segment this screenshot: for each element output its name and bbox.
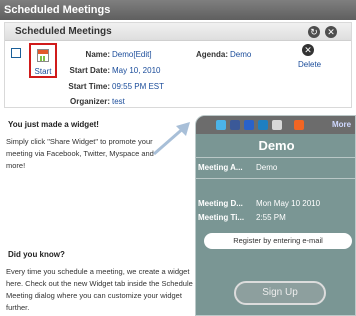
start-date-label: Start Date: <box>69 66 110 75</box>
delete-icon[interactable]: ✕ <box>302 44 314 56</box>
arrow-icon <box>153 122 190 156</box>
refresh-icon[interactable]: ↻ <box>308 26 320 38</box>
organizer-link[interactable]: test <box>112 97 125 106</box>
close-icon[interactable]: ✕ <box>325 26 337 38</box>
widget-agenda-label: Meeting A... <box>198 163 243 172</box>
delicious-icon[interactable] <box>244 120 254 130</box>
start-time-label: Start Time: <box>68 82 110 91</box>
name-label: Name: <box>85 50 110 59</box>
widget-divider <box>196 157 355 158</box>
widget-date-label: Meeting D... <box>198 199 243 208</box>
meeting-checkbox[interactable] <box>11 48 21 58</box>
widget-time-value: 2:55 PM <box>256 213 286 222</box>
panel-title: Scheduled Meetings <box>5 23 351 41</box>
widget-divider <box>196 178 355 179</box>
share-bar: More <box>196 116 355 134</box>
addthis-icon[interactable] <box>294 120 304 130</box>
widget-title: Demo <box>258 138 295 153</box>
share-more-link[interactable]: More <box>332 120 351 129</box>
calendar-icon <box>37 49 49 62</box>
widget-agenda-value: Demo <box>256 163 278 172</box>
start-time-value: 09:55 PM EST <box>112 82 165 91</box>
email-icon[interactable] <box>272 120 282 130</box>
delete-link[interactable]: Delete <box>298 60 321 69</box>
sign-up-button[interactable]: Sign Up <box>234 281 326 305</box>
agenda-label: Agenda: <box>196 50 228 59</box>
linkedin-icon[interactable] <box>258 120 268 130</box>
meeting-name-link[interactable]: Demo[Edit] <box>112 50 152 59</box>
widget-time-label: Meeting Ti... <box>198 213 245 222</box>
facebook-icon[interactable] <box>230 120 240 130</box>
organizer-label: Organizer: <box>69 97 110 106</box>
widget-date-value: Mon May 10 2010 <box>256 199 321 208</box>
widget-heading: You just made a widget! <box>8 120 99 129</box>
start-button[interactable]: Start <box>29 43 57 78</box>
start-label: Start <box>34 67 52 76</box>
start-date-value: May 10, 2010 <box>112 66 161 75</box>
tip-description: Every time you schedule a meeting, we cr… <box>6 267 193 312</box>
agenda-link[interactable]: Demo <box>230 50 251 59</box>
widget-preview: More Demo Meeting A... Demo Meeting D...… <box>195 115 356 316</box>
twitter-icon[interactable] <box>216 120 226 130</box>
window-title: Scheduled Meetings <box>0 0 356 20</box>
register-email-input[interactable]: Register by entering e-mail <box>204 233 352 249</box>
widget-description: Simply click "Share Widget" to promote y… <box>6 137 154 170</box>
tip-heading: Did you know? <box>8 250 65 259</box>
